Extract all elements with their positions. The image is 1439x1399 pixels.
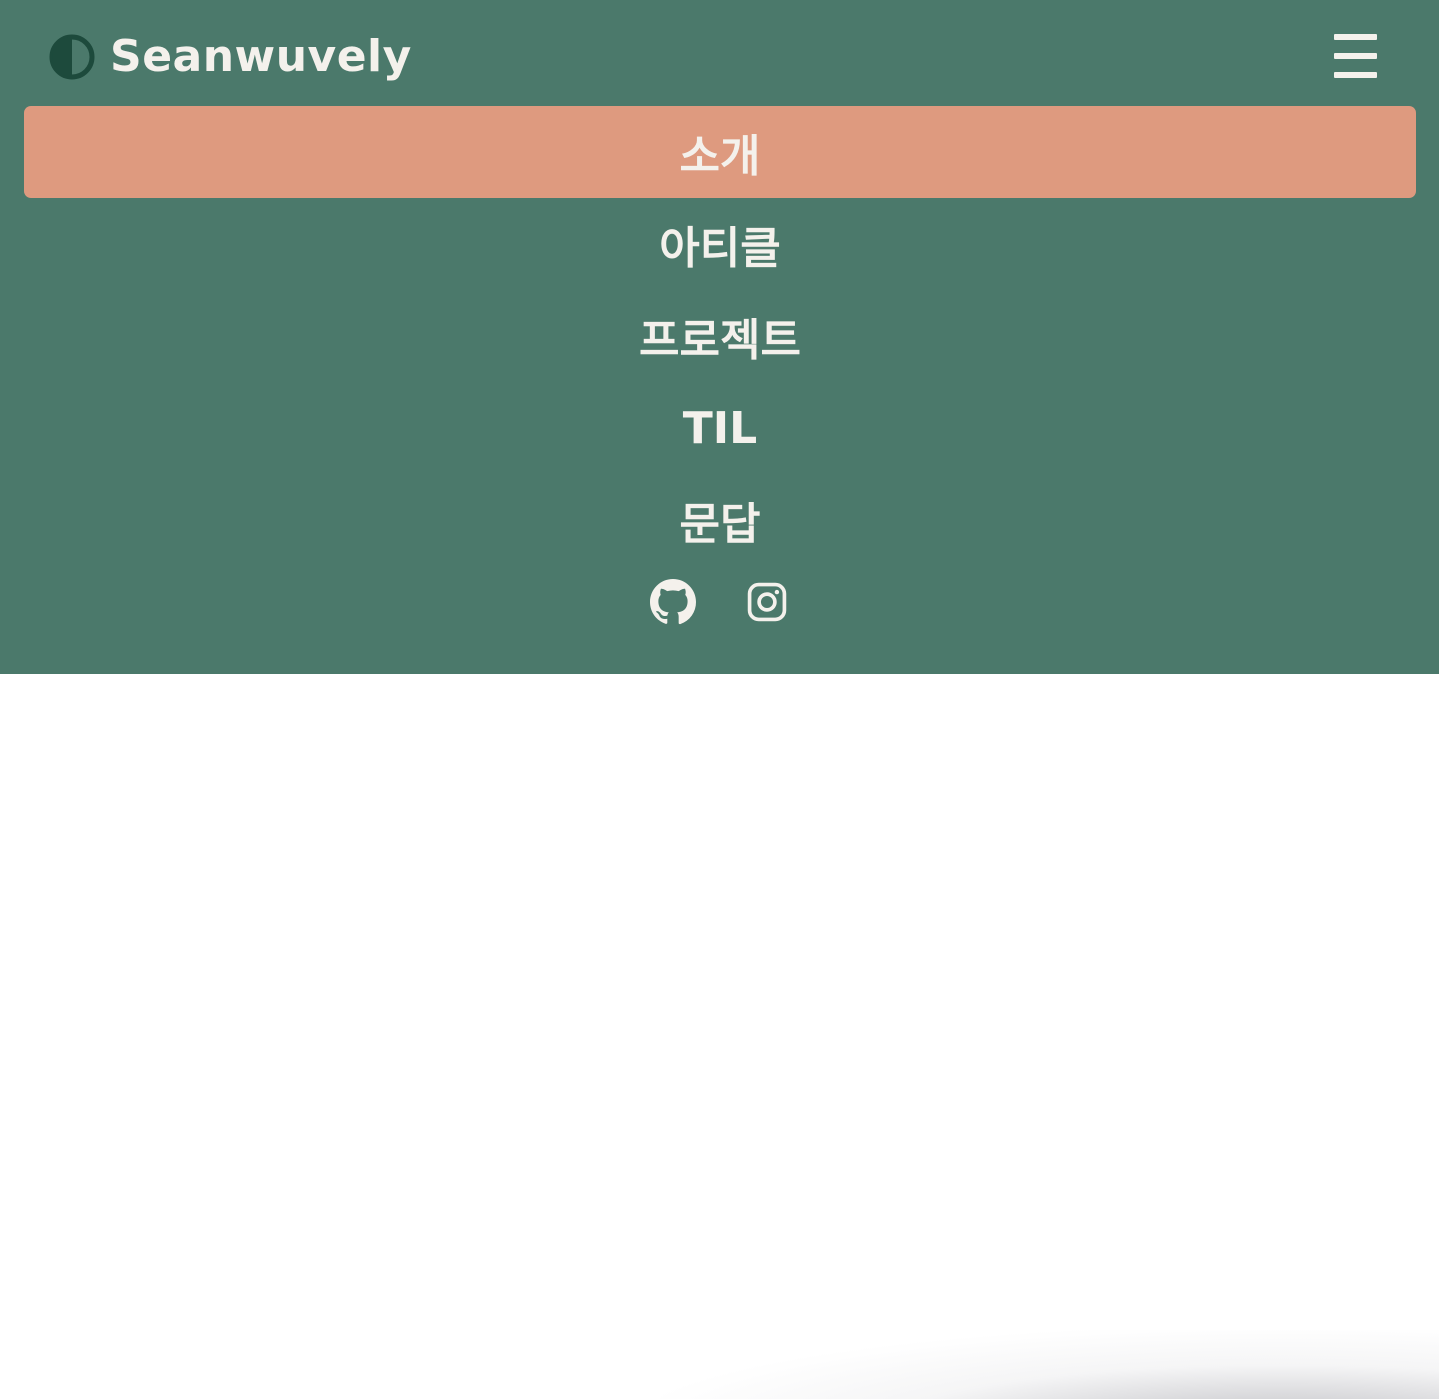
menu-bar xyxy=(1333,53,1377,59)
hamburger-menu-icon[interactable] xyxy=(1331,34,1379,78)
half-circle-icon[interactable] xyxy=(48,33,96,81)
social-links xyxy=(0,578,1439,638)
main-nav: 소개 아티클 프로젝트 TIL 문답 xyxy=(24,106,1416,566)
nav-item-intro[interactable]: 소개 xyxy=(24,106,1416,198)
brand: Seanwuvely xyxy=(48,30,412,84)
site-header: Seanwuvely 소개 아티클 프로젝트 TIL 문답 xyxy=(0,0,1439,674)
site-title[interactable]: Seanwuvely xyxy=(110,30,412,84)
nav-item-qna[interactable]: 문답 xyxy=(24,474,1416,566)
github-icon[interactable] xyxy=(649,578,697,626)
nav-item-label: 소개 xyxy=(679,131,761,182)
nav-item-projects[interactable]: 프로젝트 xyxy=(24,290,1416,382)
nav-item-label: TIL xyxy=(682,402,758,454)
nav-item-til[interactable]: TIL xyxy=(24,382,1416,474)
nav-item-articles[interactable]: 아티클 xyxy=(24,198,1416,290)
nav-item-label: 아티클 xyxy=(659,223,781,274)
bottom-shadow xyxy=(660,1330,1439,1399)
menu-bar xyxy=(1333,34,1377,40)
nav-item-label: 문답 xyxy=(679,499,761,550)
menu-bar xyxy=(1333,72,1377,78)
instagram-icon[interactable] xyxy=(743,578,791,626)
nav-item-label: 프로젝트 xyxy=(639,315,801,366)
